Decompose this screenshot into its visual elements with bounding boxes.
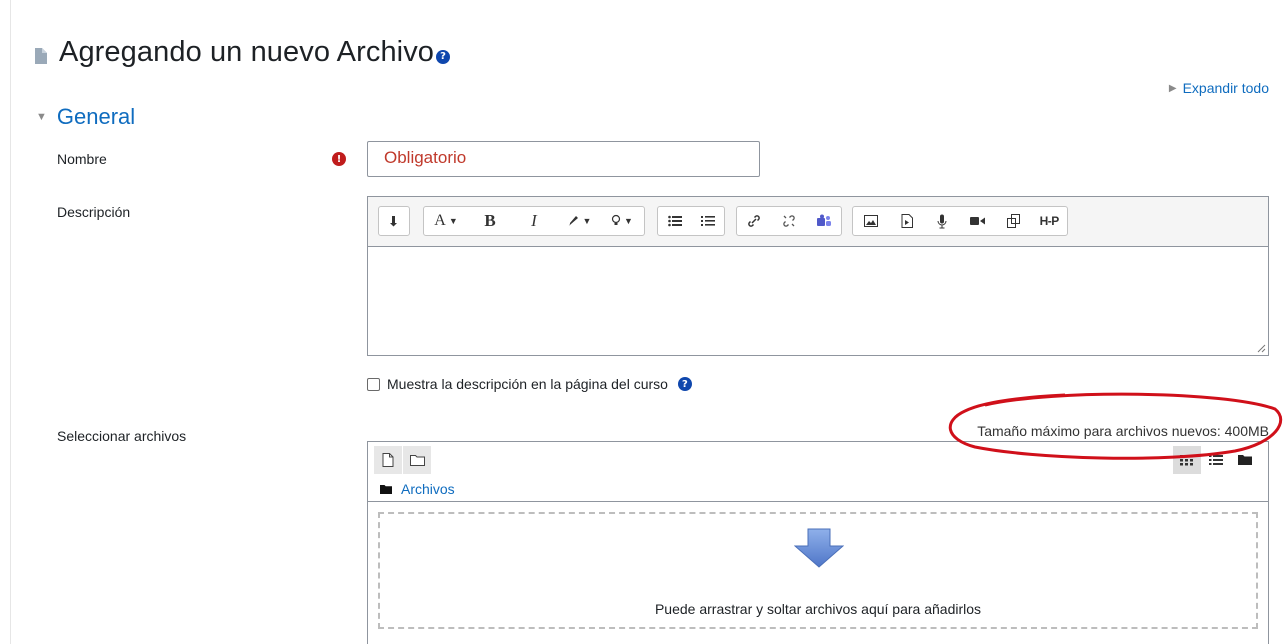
highlight-icon[interactable]: ▼ bbox=[600, 207, 644, 235]
help-icon[interactable]: ? bbox=[436, 49, 451, 64]
record-audio-icon[interactable] bbox=[924, 207, 960, 235]
required-icon: ! bbox=[332, 152, 346, 166]
path-folder-link[interactable]: Archivos bbox=[401, 481, 455, 497]
h5p-icon[interactable]: H-P bbox=[1031, 207, 1067, 235]
caret-down-icon: ▼ bbox=[36, 111, 47, 123]
text-color-icon[interactable]: ▼ bbox=[556, 207, 600, 235]
ordered-list-icon[interactable] bbox=[691, 207, 724, 235]
bold-icon[interactable]: B bbox=[468, 207, 512, 235]
filemanager-content: Puede arrastrar y soltar archivos aquí p… bbox=[367, 501, 1269, 644]
max-file-size: Tamaño máximo para archivos nuevos: 400M… bbox=[977, 423, 1269, 439]
toolbar-group-links bbox=[736, 206, 842, 236]
font-style-icon[interactable]: A ▼ bbox=[424, 207, 468, 235]
left-border bbox=[10, 0, 11, 644]
italic-icon[interactable]: I bbox=[512, 207, 556, 235]
page-title: Agregando un nuevo Archivo bbox=[59, 36, 435, 68]
show-description-label[interactable]: Muestra la descripción en la página del … bbox=[387, 376, 668, 392]
add-file-button[interactable] bbox=[374, 446, 402, 474]
resize-grip-icon[interactable] bbox=[1256, 343, 1266, 353]
filemanager-toolbar bbox=[367, 441, 1269, 477]
list-icon bbox=[1209, 455, 1223, 465]
section-general-toggle[interactable]: ▼ General bbox=[36, 104, 135, 130]
folder-icon bbox=[1238, 455, 1252, 465]
file-icon bbox=[35, 47, 47, 64]
link-icon[interactable] bbox=[737, 207, 772, 235]
name-label: Nombre bbox=[57, 151, 107, 167]
expand-all-label: Expandir todo bbox=[1182, 80, 1269, 96]
name-input[interactable]: Obligatorio bbox=[367, 141, 760, 177]
media-icon[interactable] bbox=[889, 207, 925, 235]
toolbar-group-style: A ▼ B I ▼ ▼ bbox=[423, 206, 645, 236]
download-arrow-icon bbox=[794, 528, 844, 568]
drop-zone[interactable]: Puede arrastrar y soltar archivos aquí p… bbox=[378, 512, 1258, 629]
toolbar-group-collapse bbox=[378, 206, 410, 236]
caret-right-icon: ▶ bbox=[1168, 82, 1177, 94]
view-icons-button[interactable] bbox=[1173, 446, 1201, 474]
image-icon[interactable] bbox=[853, 207, 889, 235]
show-description-row: Muestra la descripción en la página del … bbox=[367, 376, 692, 392]
record-video-icon[interactable] bbox=[960, 207, 996, 235]
folder-icon bbox=[380, 484, 392, 494]
unordered-list-icon[interactable] bbox=[658, 207, 691, 235]
toolbar-group-media: H-P bbox=[852, 206, 1068, 236]
description-editor[interactable] bbox=[367, 246, 1269, 356]
view-list-button[interactable] bbox=[1202, 446, 1230, 474]
file-icon bbox=[382, 453, 394, 467]
editor-toolbar: A ▼ B I ▼ ▼ H-P bbox=[367, 196, 1269, 246]
unlink-icon[interactable] bbox=[772, 207, 807, 235]
folder-icon bbox=[409, 455, 425, 466]
toolbar-group-lists bbox=[657, 206, 725, 236]
section-title: General bbox=[56, 104, 136, 129]
filemanager-path: Archivos bbox=[367, 477, 1269, 501]
view-tree-button[interactable] bbox=[1231, 446, 1259, 474]
select-files-label: Seleccionar archivos bbox=[57, 428, 187, 444]
teams-meeting-icon[interactable] bbox=[806, 207, 841, 235]
grid-icon bbox=[1180, 455, 1193, 466]
page-header: Agregando un nuevo Archivo ? bbox=[34, 36, 451, 69]
manage-files-icon[interactable] bbox=[996, 207, 1032, 235]
expand-all-link[interactable]: ▶ Expandir todo bbox=[1169, 80, 1269, 96]
collapse-icon[interactable] bbox=[379, 207, 409, 235]
create-folder-button[interactable] bbox=[403, 446, 431, 474]
help-icon[interactable]: ? bbox=[677, 377, 692, 391]
show-description-checkbox[interactable] bbox=[367, 377, 380, 391]
drop-zone-text: Puede arrastrar y soltar archivos aquí p… bbox=[654, 601, 982, 617]
description-label: Descripción bbox=[57, 204, 131, 220]
